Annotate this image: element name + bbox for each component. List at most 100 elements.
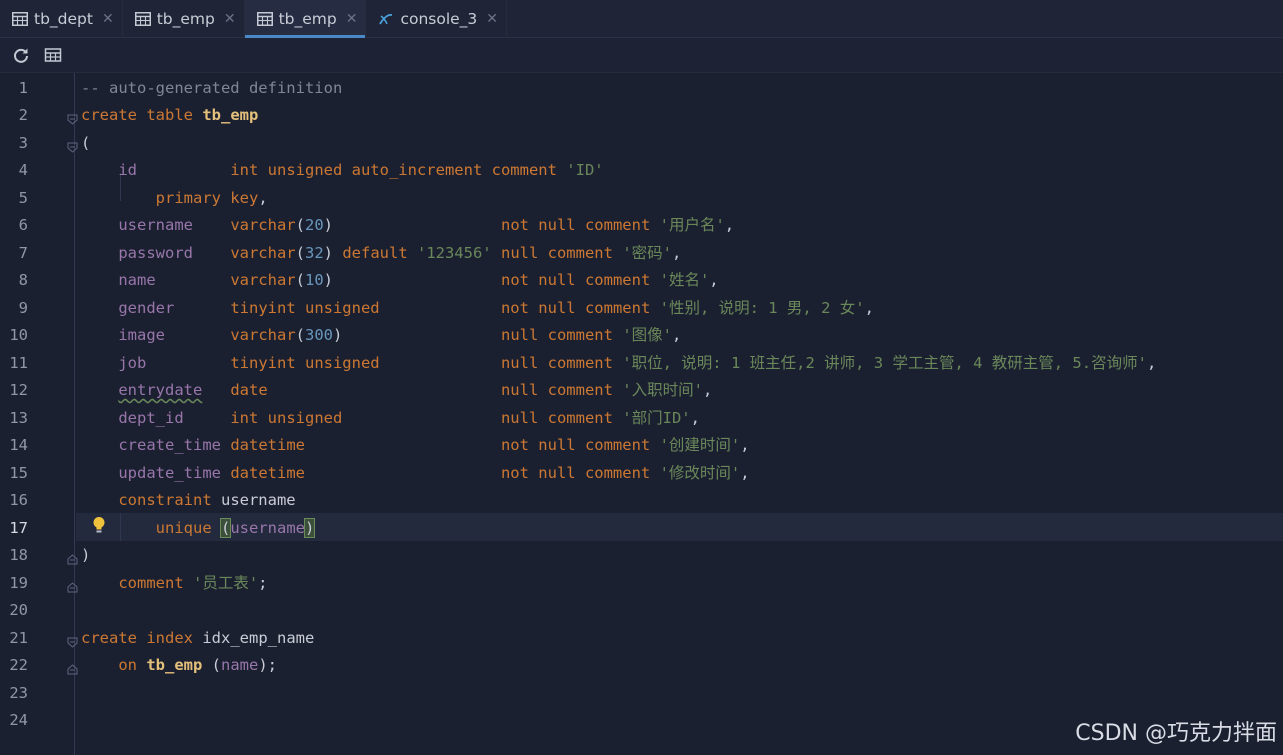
line-number[interactable]: 4 xyxy=(0,157,28,185)
code-token: constraint xyxy=(118,491,221,509)
code-token: , xyxy=(671,326,682,344)
line-number[interactable]: 1 xyxy=(0,75,28,103)
code-token: not null comment xyxy=(500,298,660,317)
code-token: update_time xyxy=(118,463,221,482)
tab-tb-dept[interactable]: tb_dept ✕ xyxy=(0,0,123,38)
code-line[interactable]: create table tb_emp xyxy=(81,102,258,130)
editor-tab-bar: tb_dept ✕ tb_emp ✕ tb_emp ✕ console_3 ✕ xyxy=(0,0,1283,38)
line-number[interactable]: 23 xyxy=(0,680,28,708)
code-token: ) xyxy=(81,546,91,564)
code-token: -- auto-generated definition xyxy=(81,78,343,97)
code-token: ) xyxy=(333,326,343,344)
code-token: , xyxy=(724,216,735,234)
line-number[interactable]: 9 xyxy=(0,295,28,323)
code-line[interactable]: username varchar(20) not null comment '用… xyxy=(81,212,734,240)
line-number[interactable]: 13 xyxy=(0,405,28,433)
code-line[interactable]: image varchar(300) null comment '图像', xyxy=(81,322,681,350)
line-number[interactable]: 14 xyxy=(0,432,28,460)
tab-tb-emp-active[interactable]: tb_emp ✕ xyxy=(244,0,367,38)
code-line[interactable]: id int unsigned auto_increment comment '… xyxy=(81,157,603,185)
code-token: ( xyxy=(219,517,232,538)
code-line[interactable]: update_time datetime not null comment '修… xyxy=(81,460,750,488)
line-number[interactable]: 7 xyxy=(0,240,28,268)
tab-console-3[interactable]: console_3 ✕ xyxy=(366,0,508,38)
line-number[interactable]: 16 xyxy=(0,487,28,515)
code-line[interactable]: dept_id int unsigned null comment '部门ID'… xyxy=(81,405,700,433)
line-number[interactable]: 11 xyxy=(0,350,28,378)
code-line[interactable]: gender tinyint unsigned not null comment… xyxy=(81,295,874,323)
code-token: , xyxy=(702,381,713,399)
line-number[interactable]: 17 xyxy=(0,515,28,543)
code-token: create index xyxy=(81,628,203,647)
line-number[interactable]: 18 xyxy=(0,542,28,570)
close-icon[interactable]: ✕ xyxy=(102,11,114,27)
code-line[interactable]: on tb_emp (name); xyxy=(81,652,277,680)
line-number[interactable]: 22 xyxy=(0,652,28,680)
line-number[interactable]: 19 xyxy=(0,570,28,598)
intention-bulb-icon[interactable] xyxy=(92,516,106,534)
line-number[interactable]: 15 xyxy=(0,460,28,488)
code-token: datetime xyxy=(230,463,305,482)
code-token: date xyxy=(230,381,268,399)
close-icon[interactable]: ✕ xyxy=(224,11,236,27)
code-line[interactable]: ) xyxy=(81,542,90,570)
line-number-gutter[interactable]: 1 2 3 4 5 6 7 8 9 10 11 12 13 14 15 16 17 18 19 20 21 22 23 24 xyxy=(0,73,78,755)
line-number[interactable]: 20 xyxy=(0,597,28,625)
line-number[interactable]: 10 xyxy=(0,322,28,350)
tab-tb-emp[interactable]: tb_emp ✕ xyxy=(123,0,245,38)
code-line[interactable]: constraint username xyxy=(81,487,295,515)
line-number[interactable]: 2 xyxy=(0,102,28,130)
code-line[interactable]: create index idx_emp_name xyxy=(81,625,314,653)
code-line[interactable]: create_time datetime not null comment '创… xyxy=(81,432,749,460)
code-token: '员工表' xyxy=(192,573,259,592)
code-token: username xyxy=(118,216,193,234)
code-line[interactable]: -- auto-generated definition xyxy=(81,75,342,103)
line-number[interactable]: 6 xyxy=(0,212,28,240)
code-token: , xyxy=(690,408,700,427)
code-line[interactable]: unique (username) xyxy=(81,515,316,543)
code-line[interactable]: ( xyxy=(81,130,90,158)
code-line[interactable]: job tinyint unsigned null comment '职位, 说… xyxy=(81,350,1156,378)
code-token: on xyxy=(118,656,147,674)
code-editor[interactable]: -- auto-generated definition create table… xyxy=(76,73,1283,755)
code-token: ) xyxy=(323,243,343,262)
line-number[interactable]: 5 xyxy=(0,185,28,213)
code-token: id xyxy=(118,161,137,179)
line-number[interactable]: 21 xyxy=(0,625,28,653)
code-token: int unsigned auto_increment comment xyxy=(230,161,567,179)
code-token: , xyxy=(740,463,750,482)
code-token: unique xyxy=(155,518,221,537)
refresh-icon[interactable] xyxy=(12,46,30,64)
code-line[interactable]: comment '员工表'; xyxy=(81,570,268,598)
code-token: primary key xyxy=(155,188,259,207)
code-token: ; xyxy=(258,573,268,592)
code-line[interactable]: name varchar(10) not null comment '姓名', xyxy=(81,267,718,295)
line-number[interactable]: 8 xyxy=(0,267,28,295)
code-token: tinyint unsigned xyxy=(230,353,380,372)
line-number[interactable]: 3 xyxy=(0,130,28,158)
code-token: '性别, 说明: 1 男, 2 女' xyxy=(659,298,865,317)
code-token: ( xyxy=(202,656,221,674)
code-token: varchar xyxy=(230,326,296,344)
code-token: tinyint unsigned xyxy=(230,298,380,317)
code-line[interactable]: password varchar(32) default '123456' nu… xyxy=(81,240,681,268)
code-token: create table xyxy=(81,106,203,124)
code-line[interactable]: entrydate date null comment '入职时间', xyxy=(81,377,712,405)
table-view-icon[interactable] xyxy=(44,46,62,64)
code-line[interactable]: primary key, xyxy=(81,185,268,213)
close-icon[interactable]: ✕ xyxy=(346,11,358,27)
code-token: null comment xyxy=(500,408,623,427)
console-icon xyxy=(378,12,394,26)
line-number[interactable]: 12 xyxy=(0,377,28,405)
line-number[interactable]: 24 xyxy=(0,707,28,735)
close-icon[interactable]: ✕ xyxy=(486,11,498,27)
